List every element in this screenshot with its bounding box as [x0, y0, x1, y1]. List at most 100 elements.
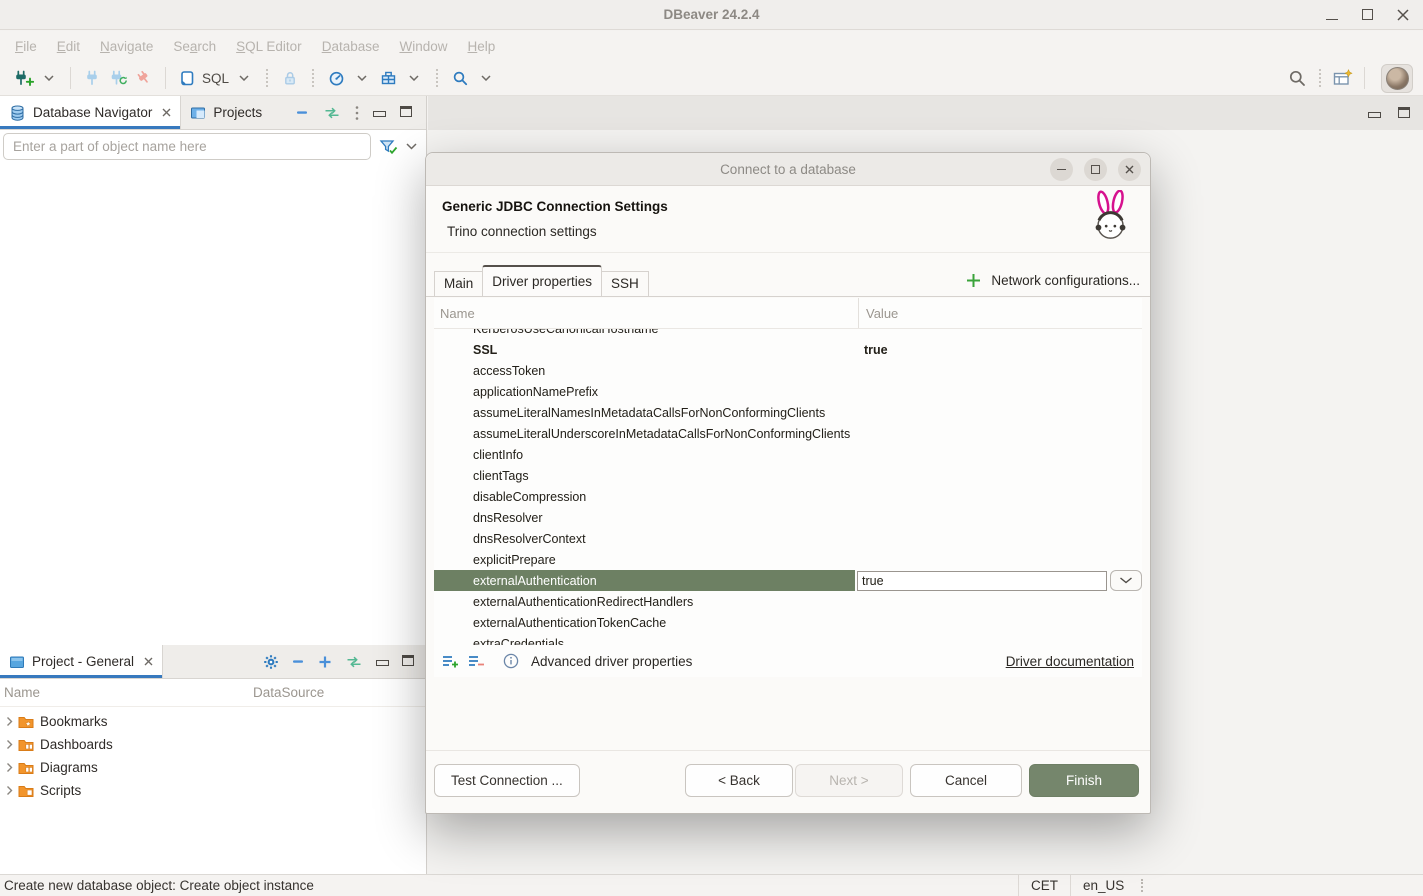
tab-project-general[interactable]: Project - General — [0, 645, 163, 678]
minus-icon[interactable] — [292, 655, 305, 668]
close-icon[interactable] — [162, 108, 171, 117]
close-icon[interactable] — [144, 657, 153, 666]
maximize-panel-icon[interactable] — [402, 654, 414, 669]
menu-edit[interactable]: Edit — [47, 39, 90, 54]
minimize-panel-icon[interactable] — [376, 654, 389, 669]
sql-editor-button[interactable] — [175, 64, 199, 92]
dialog-maximize-button[interactable] — [1084, 158, 1107, 181]
column-header-name[interactable]: Name — [434, 306, 858, 321]
maximize-panel-icon[interactable] — [1398, 106, 1410, 121]
tree-chevron-icon[interactable] — [6, 739, 13, 750]
object-filter-input[interactable] — [3, 133, 371, 160]
link-editor-icon[interactable] — [323, 107, 341, 119]
property-value-input[interactable] — [857, 571, 1107, 591]
sql-label[interactable]: SQL — [202, 71, 229, 86]
tree-chevron-icon[interactable] — [6, 762, 13, 773]
new-connection-button[interactable] — [11, 64, 35, 92]
new-connection-dropdown[interactable] — [37, 64, 61, 92]
network-configurations-button[interactable]: Network configurations... — [966, 273, 1140, 288]
timezone-indicator[interactable]: CET — [1018, 875, 1070, 896]
dialog-titlebar[interactable]: Connect to a database — [426, 153, 1150, 186]
open-perspective-button[interactable] — [1331, 64, 1355, 92]
tab-ssh[interactable]: SSH — [601, 271, 649, 296]
cancel-button[interactable]: Cancel — [910, 764, 1022, 797]
column-header-value[interactable]: Value — [858, 298, 1142, 328]
minimize-panel-icon[interactable] — [373, 105, 386, 120]
property-row[interactable]: clientTags — [434, 465, 1142, 486]
property-row[interactable]: explicitPrepare — [434, 549, 1142, 570]
connect-button[interactable] — [80, 64, 104, 92]
property-row[interactable]: disableCompression — [434, 486, 1142, 507]
plus-icon[interactable] — [318, 655, 332, 669]
tasks-button[interactable] — [376, 64, 400, 92]
test-connection-button[interactable]: Test Connection ... — [434, 764, 580, 797]
object-search-button[interactable] — [448, 64, 472, 92]
locale-indicator[interactable]: en_US — [1070, 875, 1136, 896]
tab-main[interactable]: Main — [434, 271, 483, 296]
add-property-icon[interactable] — [442, 654, 459, 669]
menu-database[interactable]: Database — [312, 39, 390, 54]
property-row[interactable]: assumeLiteralUnderscoreInMetadataCallsFo… — [434, 423, 1142, 444]
window-close-button[interactable] — [1397, 9, 1409, 21]
property-row[interactable]: extraCredentials — [434, 633, 1142, 645]
gear-icon[interactable] — [263, 654, 279, 670]
tree-chevron-icon[interactable] — [6, 785, 13, 796]
commit-mode-button[interactable] — [278, 64, 302, 92]
filter-dropdown-icon[interactable] — [406, 143, 417, 150]
finish-button[interactable]: Finish — [1029, 764, 1139, 797]
property-row[interactable]: externalAuthenticationRedirectHandlers — [434, 591, 1142, 612]
minimize-panel-icon[interactable] — [1368, 106, 1381, 121]
driver-documentation-link[interactable]: Driver documentation — [1006, 654, 1134, 669]
menu-sql-editor[interactable]: SQL Editor — [226, 39, 312, 54]
disconnect-button[interactable] — [132, 64, 156, 92]
window-maximize-button[interactable] — [1362, 8, 1373, 23]
column-header-datasource[interactable]: DataSource — [253, 685, 324, 700]
reconnect-button[interactable] — [106, 64, 130, 92]
property-row[interactable]: SSLtrue — [434, 339, 1142, 360]
property-row[interactable]: externalAuthenticationTokenCache — [434, 612, 1142, 633]
user-profile-button[interactable] — [1381, 64, 1413, 93]
tab-database-navigator[interactable]: Database Navigator — [0, 96, 181, 129]
property-row[interactable]: clientInfo — [434, 444, 1142, 465]
menu-file[interactable]: File — [5, 39, 47, 54]
column-header-name[interactable]: Name — [0, 685, 253, 700]
dialog-close-button[interactable] — [1118, 158, 1141, 181]
collapse-all-icon[interactable] — [296, 106, 309, 119]
global-search-button[interactable] — [1285, 64, 1309, 92]
view-menu-icon[interactable] — [355, 105, 359, 121]
dashboard-dropdown[interactable] — [350, 64, 374, 92]
sql-dropdown[interactable] — [232, 64, 256, 92]
menu-help[interactable]: Help — [458, 39, 506, 54]
tab-projects[interactable]: Projects — [181, 96, 271, 129]
tab-driver-properties[interactable]: Driver properties — [482, 265, 602, 296]
property-row[interactable]: dnsResolverContext — [434, 528, 1142, 549]
tree-chevron-icon[interactable] — [6, 716, 13, 727]
property-row[interactable]: accessToken — [434, 360, 1142, 381]
tree-item-diagrams[interactable]: Diagrams — [0, 756, 426, 779]
property-row[interactable]: KerberosUseCanonicalHostname — [434, 329, 1142, 339]
property-row[interactable]: assumeLiteralNamesInMetadataCallsForNonC… — [434, 402, 1142, 423]
properties-header: Name Value — [434, 298, 1142, 329]
link-editor-icon[interactable] — [345, 656, 363, 668]
dialog-minimize-button[interactable] — [1050, 158, 1073, 181]
tasks-dropdown[interactable] — [402, 64, 426, 92]
menu-search[interactable]: Search — [163, 39, 226, 54]
menu-window[interactable]: Window — [389, 39, 457, 54]
tree-item-bookmarks[interactable]: Bookmarks — [0, 710, 426, 733]
back-button[interactable]: < Back — [685, 764, 793, 797]
object-search-dropdown[interactable] — [474, 64, 498, 92]
tree-item-scripts[interactable]: Scripts — [0, 779, 426, 802]
tree-item-dashboards[interactable]: Dashboards — [0, 733, 426, 756]
network-configurations-label: Network configurations... — [991, 273, 1140, 288]
property-row[interactable]: externalAuthentication — [434, 570, 1142, 591]
menu-navigate[interactable]: Navigate — [90, 39, 163, 54]
value-dropdown-button[interactable] — [1110, 570, 1142, 591]
property-value — [858, 381, 1142, 402]
filter-funnel-icon[interactable] — [379, 139, 398, 155]
window-minimize-button[interactable] — [1326, 8, 1338, 23]
remove-property-icon[interactable] — [468, 654, 485, 669]
maximize-panel-icon[interactable] — [400, 105, 412, 120]
property-row[interactable]: dnsResolver — [434, 507, 1142, 528]
property-row[interactable]: applicationNamePrefix — [434, 381, 1142, 402]
dashboard-button[interactable] — [324, 64, 348, 92]
